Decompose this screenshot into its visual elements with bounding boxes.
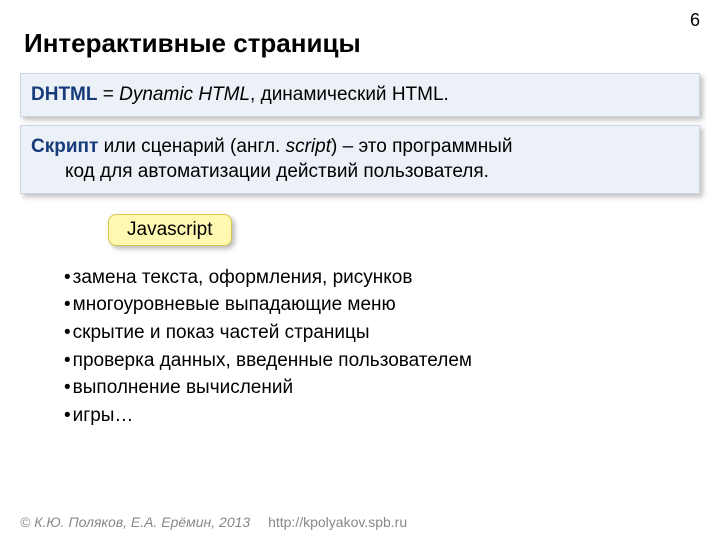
term-script: Скрипт [31, 136, 98, 157]
page-number: 6 [690, 10, 700, 31]
footer-copyright: © К.Ю. Поляков, Е.А. Ерёмин, 2013 [20, 514, 250, 530]
script-italic: script [286, 136, 331, 157]
definition-box-script: Скрипт или сценарий (англ. script) – это… [20, 125, 700, 194]
list-item: многоуровневые выпадающие меню [64, 291, 720, 319]
list-item: замена текста, оформления, рисунков [64, 264, 720, 292]
list-item: скрытие и показ частей страницы [64, 319, 720, 347]
callout-javascript: Javascript [108, 214, 232, 246]
definition-line2: код для автоматизации действий пользоват… [31, 159, 689, 185]
list-item: игры… [64, 402, 720, 430]
list-item: выполнение вычислений [64, 374, 720, 402]
definition-box-dhtml: DHTML = Dynamic HTML, динамический HTML. [20, 73, 700, 117]
page-title: Интерактивные страницы [0, 0, 720, 67]
list-item: проверка данных, введенные пользователем [64, 347, 720, 375]
text: ) – это программный [331, 136, 512, 157]
term-dhtml: DHTML [31, 84, 97, 105]
text: , динамический HTML. [250, 84, 449, 105]
text: или сценарий (англ. [98, 136, 285, 157]
text: = [97, 84, 119, 105]
bullet-list: замена текста, оформления, рисунков мног… [64, 264, 720, 429]
footer-url: http://kpolyakov.spb.ru [268, 514, 407, 530]
footer: © К.Ю. Поляков, Е.А. Ерёмин, 2013 http:/… [20, 514, 407, 530]
dhtml-expansion: Dynamic HTML [119, 84, 250, 105]
